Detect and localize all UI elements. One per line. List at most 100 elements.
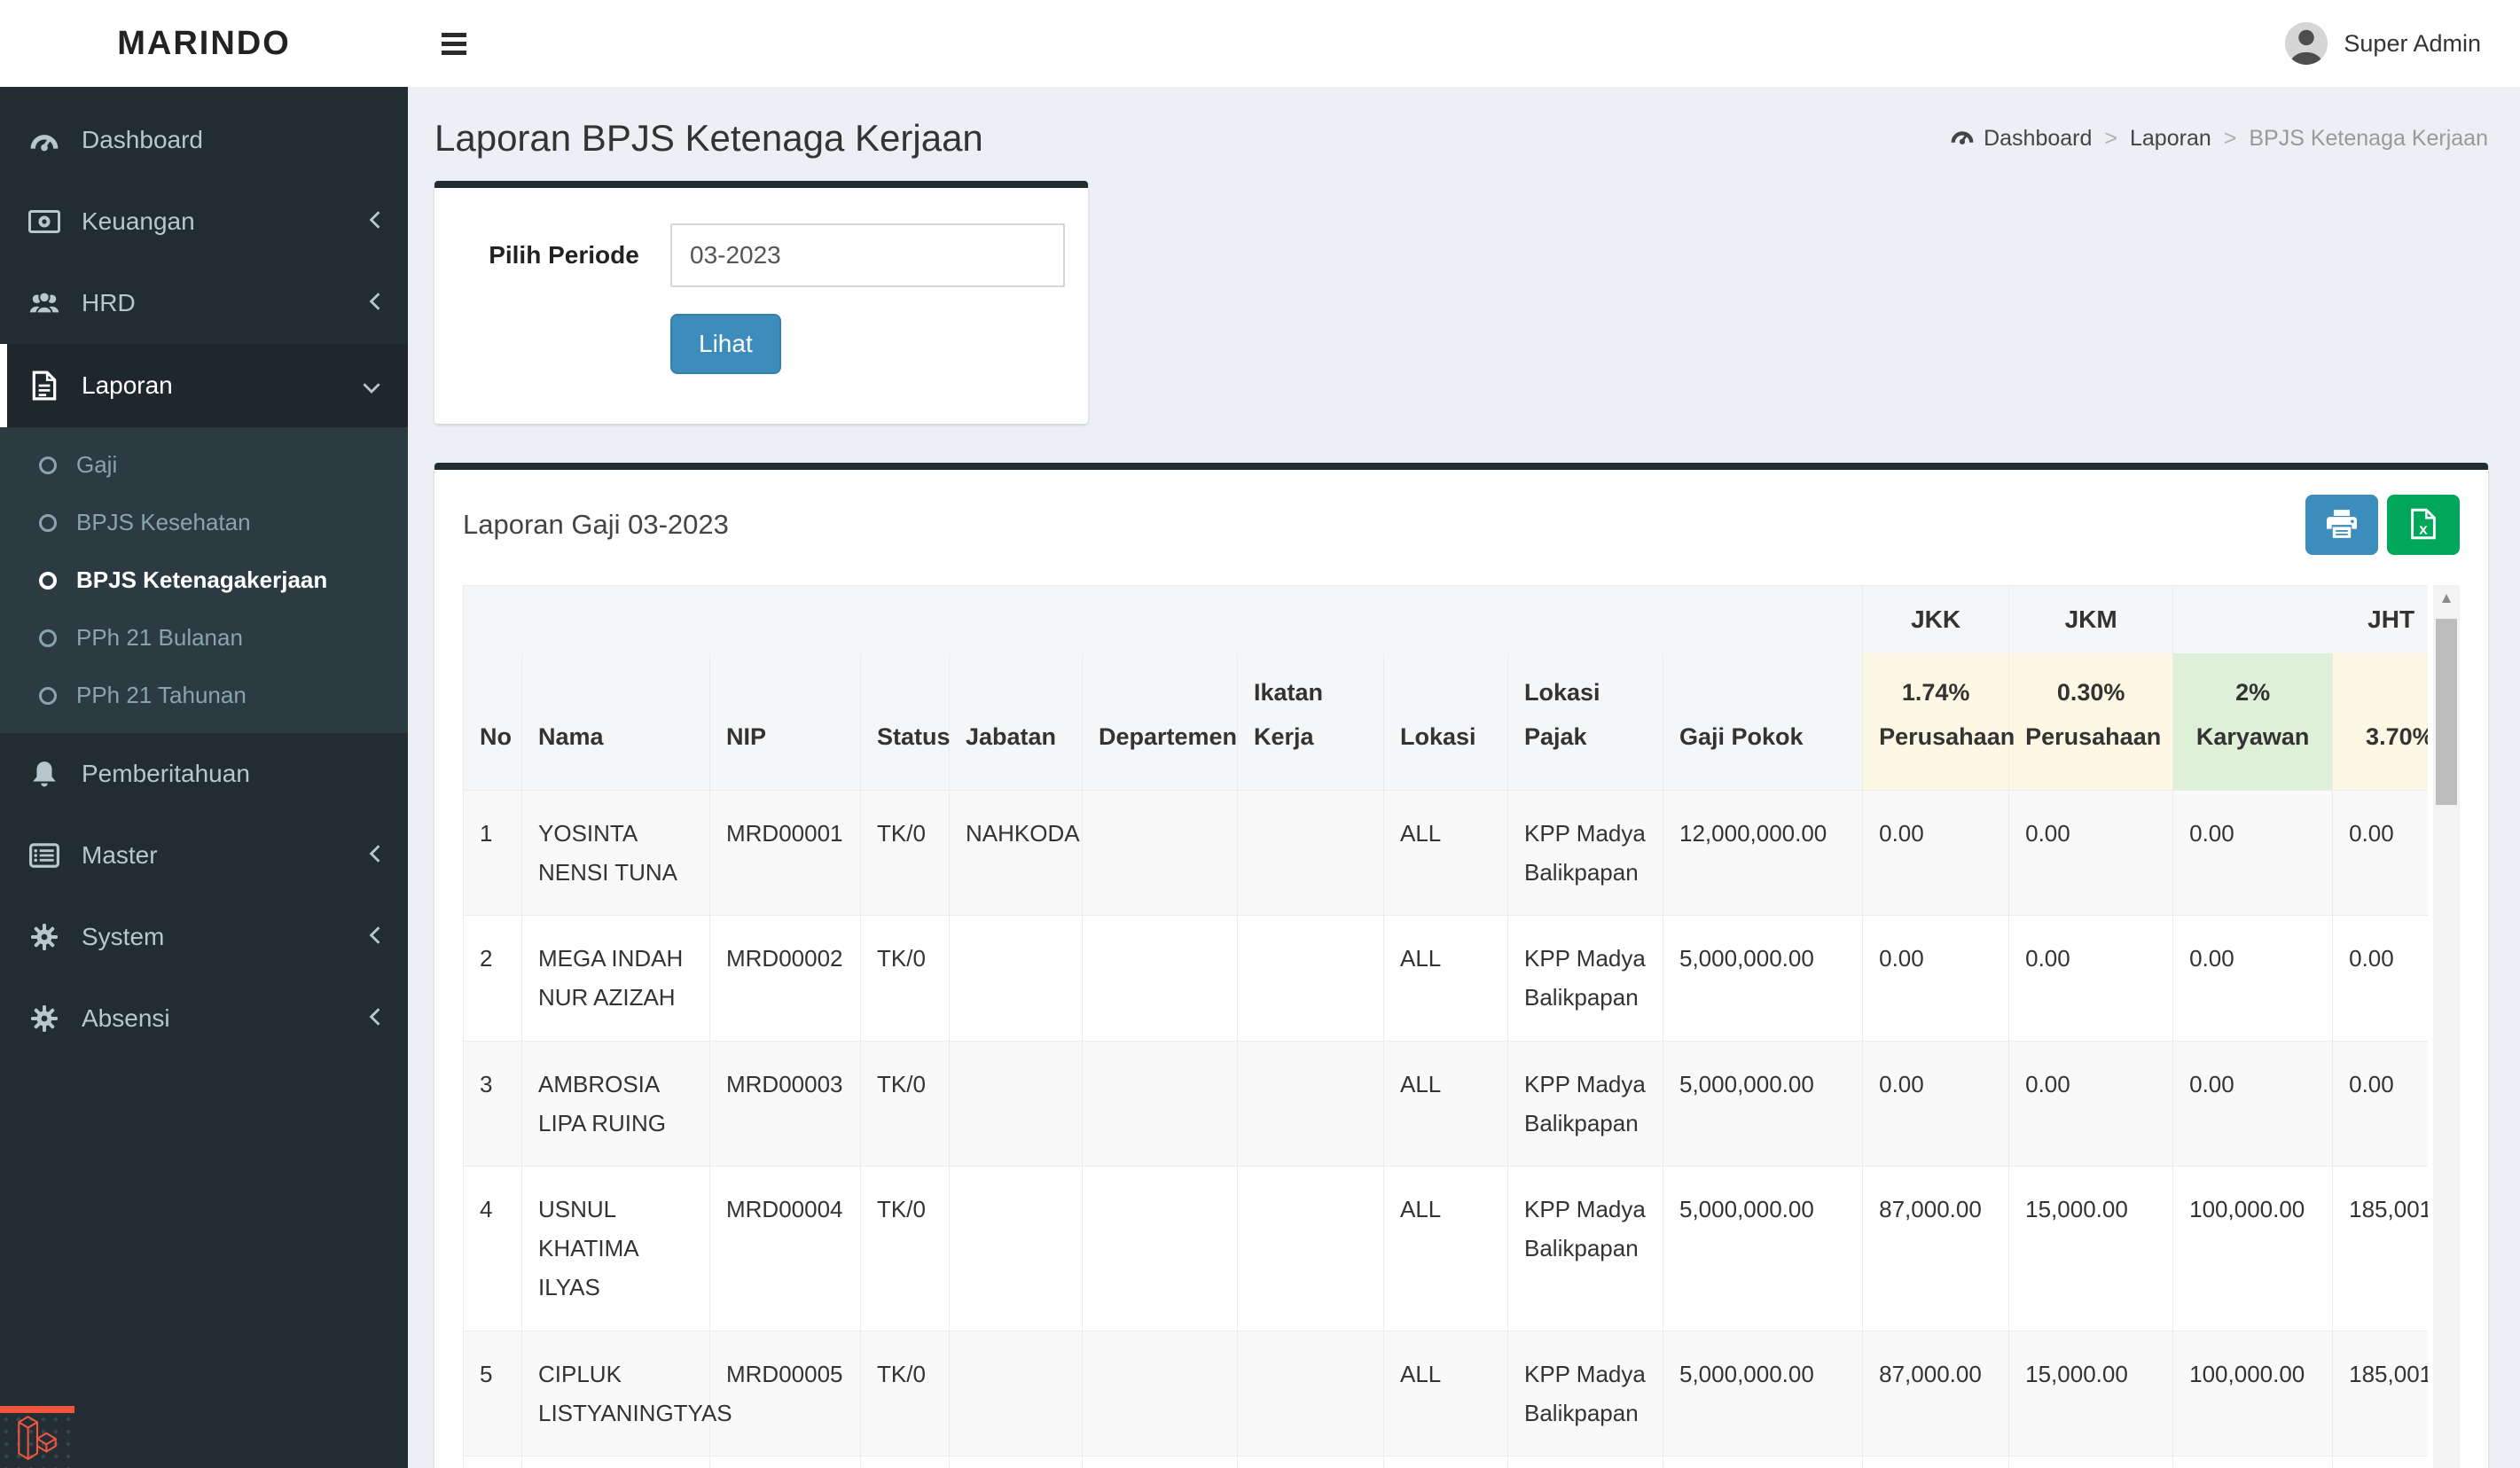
sidebar-subitem-bpjs-kesehatan[interactable]: BPJS Kesehatan	[0, 494, 408, 551]
sidebar-subitem-pph21-tahunan[interactable]: PPh 21 Tahunan	[0, 667, 408, 724]
circle-o-icon	[39, 513, 57, 532]
scroll-up-icon[interactable]: ▲	[2433, 585, 2460, 612]
table-row: 2 MEGA INDAH NUR AZIZAH MRD00002 TK/0 ALL KPP…	[463, 915, 2428, 1042]
cell-jht_karyawan: 100,000.00	[2172, 1455, 2334, 1468]
sidebar-item-absensi[interactable]: Absensi	[0, 978, 408, 1059]
cell-ikatan_kerja	[1237, 915, 1384, 1042]
sidebar-item-label: System	[82, 923, 165, 950]
breadcrumb-separator: >	[2104, 125, 2117, 151]
cell-nama: AMBROSIA LIPA RUING	[521, 1040, 710, 1167]
cell-gaji_pokok: 5,000,000.00	[1662, 1040, 1864, 1167]
cell-gaji_pokok: 5,000,000.00	[1662, 1166, 1864, 1331]
cell-jkm_perusahaan: 0.00	[2008, 1040, 2174, 1167]
cell-no: 2	[463, 915, 522, 1042]
period-label: Pilih Periode	[489, 241, 639, 269]
cell-jabatan	[949, 915, 1083, 1042]
cell-departemen	[1082, 915, 1238, 1042]
laravel-debugbar-toggle[interactable]	[0, 1406, 74, 1468]
cell-ikatan_kerja	[1237, 789, 1384, 917]
tachometer-icon	[28, 127, 60, 153]
cell-gaji_pokok: 5,000,000.00	[1662, 1330, 1864, 1456]
cell-jkk_perusahaan: 0.00	[1862, 1040, 2010, 1167]
cell-status: TK/0	[860, 1040, 950, 1167]
chevron-left-icon	[369, 1004, 381, 1033]
cell-status: TK/0	[860, 1166, 950, 1331]
chevron-left-icon	[369, 841, 381, 870]
sidebar-subitem-gaji[interactable]: Gaji	[0, 436, 408, 494]
cell-nama: USNUL KHATIMA ILYAS	[521, 1166, 710, 1331]
cell-gaji_pokok: 5,000,000.00	[1662, 1455, 1864, 1468]
sidebar-item-system[interactable]: System	[0, 896, 408, 978]
circle-o-icon	[39, 629, 57, 647]
bell-icon	[28, 760, 60, 788]
cell-jht_perusahaan: 0.00	[2332, 1040, 2428, 1167]
cell-jht_perusahaan: 185,001.	[2332, 1330, 2428, 1456]
cell-jkk_perusahaan: 0.00	[1862, 915, 2010, 1042]
user-avatar	[2285, 22, 2328, 65]
cell-no: 5	[463, 1330, 522, 1456]
cell-jht_karyawan: 0.00	[2172, 1040, 2334, 1167]
sidebar-item-pemberitahuan[interactable]: Pemberitahuan	[0, 733, 408, 815]
cell-nama: HERRY CATUR SAPUTRO	[521, 1455, 710, 1468]
sidebar-subitem-label: PPh 21 Bulanan	[76, 624, 243, 651]
cell-departemen	[1082, 1330, 1238, 1456]
cell-jht_perusahaan: 185,001.	[2332, 1166, 2428, 1331]
vertical-scrollbar[interactable]: ▲ ▼	[2433, 585, 2460, 1468]
cell-ikatan_kerja	[1237, 1455, 1384, 1468]
sidebar-item-hrd[interactable]: HRD	[0, 262, 408, 344]
user-menu[interactable]: Super Admin	[2285, 22, 2520, 65]
print-button[interactable]	[2305, 495, 2378, 555]
sidebar-item-master[interactable]: Master	[0, 815, 408, 896]
cell-jht_karyawan: 100,000.00	[2172, 1166, 2334, 1331]
export-excel-button[interactable]: x	[2387, 495, 2460, 555]
breadcrumb-dashboard[interactable]: Dashboard	[1950, 125, 2092, 152]
lihat-button[interactable]: Lihat	[670, 314, 781, 374]
sidebar-subitem-label: PPh 21 Tahunan	[76, 682, 247, 708]
group-header-empty	[463, 585, 1864, 653]
cell-jht_karyawan: 0.00	[2172, 789, 2334, 917]
cell-lokasi: ALL	[1383, 1166, 1508, 1331]
sidebar-item-laporan[interactable]: Laporan	[0, 344, 408, 427]
chevron-down-icon	[362, 371, 381, 400]
cell-jkm_perusahaan: 15,000.00	[2008, 1455, 2174, 1468]
cell-nip: MRD00001	[709, 789, 861, 917]
sidebar-item-keuangan[interactable]: Keuangan	[0, 181, 408, 262]
sidebar-item-label: Dashboard	[82, 126, 203, 153]
sidebar-subitem-label: Gaji	[76, 451, 118, 478]
cell-lokasi_pajak: KPP Madya Balikpapan	[1507, 1455, 1663, 1468]
table-row: 1 YOSINTA NENSI TUNA MRD00001 TK/0 NAHKODA AL…	[463, 789, 2428, 917]
col-header-lokasi: Lokasi	[1383, 653, 1508, 791]
sidebar-subitem-pph21-bulanan[interactable]: PPh 21 Bulanan	[0, 609, 408, 667]
cell-lokasi: ALL	[1383, 915, 1508, 1042]
col-header-ikatan-kerja: Ikatan Kerja	[1237, 653, 1384, 791]
vertical-scroll-thumb[interactable]	[2436, 619, 2457, 805]
breadcrumb-current: BPJS Ketenaga Kerjaan	[2249, 125, 2488, 151]
cell-jabatan	[949, 1166, 1083, 1331]
period-input[interactable]	[670, 223, 1065, 287]
gear-icon	[28, 1005, 60, 1032]
col-header-no: No	[463, 653, 522, 791]
report-card: Laporan Gaji 03-2023 x JKK JKM JHT No Na…	[434, 463, 2488, 1468]
cell-jht_perusahaan: 0.00	[2332, 789, 2428, 917]
cell-jkk_perusahaan: 87,000.00	[1862, 1330, 2010, 1456]
chevron-left-icon	[369, 289, 381, 317]
table-row: 3 AMBROSIA LIPA RUING MRD00003 TK/0 ALL KPP M…	[463, 1040, 2428, 1167]
circle-o-icon	[39, 571, 57, 590]
page-title: Laporan BPJS Ketenaga Kerjaan	[434, 117, 983, 159]
breadcrumb-separator: >	[2223, 125, 2237, 151]
sidebar-item-dashboard[interactable]: Dashboard	[0, 99, 408, 181]
hamburger-icon[interactable]	[408, 28, 500, 59]
sidebar-item-label: Pemberitahuan	[82, 760, 250, 787]
col-header-jkm-perusahaan: 0.30% Perusahaan	[2008, 653, 2174, 791]
brand-logo[interactable]: MARINDO	[0, 0, 408, 87]
cell-jkm_perusahaan: 0.00	[2008, 789, 2174, 917]
cell-jkk_perusahaan: 87,000.00	[1862, 1455, 2010, 1468]
cell-jabatan	[949, 1455, 1083, 1468]
cell-jabatan	[949, 1330, 1083, 1456]
sidebar-subitem-bpjs-ketenagakerjaan[interactable]: BPJS Ketenagakerjaan	[0, 551, 408, 609]
top-navbar: Super Admin	[408, 0, 2520, 87]
col-header-departemen: Departemen	[1082, 653, 1238, 791]
breadcrumb-laporan[interactable]: Laporan	[2130, 126, 2211, 152]
circle-o-icon	[39, 686, 57, 705]
sidebar: MARINDO Dashboard Keuangan HRD Laporan G…	[0, 0, 408, 1468]
